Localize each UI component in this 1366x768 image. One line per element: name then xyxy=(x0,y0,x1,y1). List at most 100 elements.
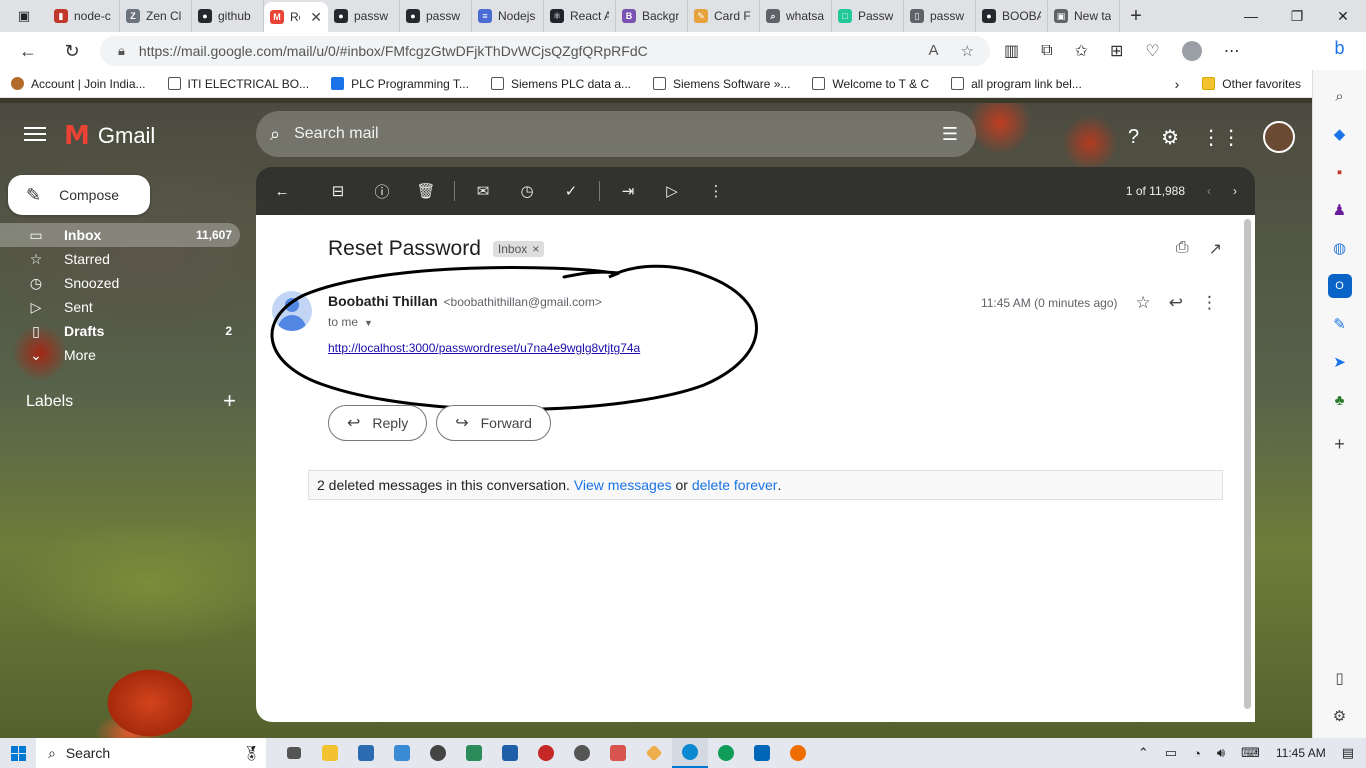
sidebar-settings-icon[interactable]: ⚙ xyxy=(1328,704,1352,728)
new-tab-button[interactable]: + xyxy=(1120,5,1152,28)
delete-forever-link[interactable]: delete forever xyxy=(692,477,778,493)
help-icon[interactable]: ? xyxy=(1128,126,1139,149)
sidebar-games-icon[interactable]: ♟ xyxy=(1328,198,1352,222)
browser-tab[interactable]: ● passw xyxy=(328,0,400,32)
more-options-icon[interactable]: ⋮ xyxy=(694,182,738,200)
search-options-icon[interactable]: ☰ xyxy=(942,124,958,145)
search-icon[interactable]: ⌕ xyxy=(270,124,280,145)
collections-icon[interactable]: ⊞ xyxy=(1110,41,1123,61)
record-app-icon[interactable] xyxy=(528,738,564,768)
view-messages-link[interactable]: View messages xyxy=(574,477,672,493)
browser-tab[interactable]: Z Zen Cl xyxy=(120,0,192,32)
mark-unread-icon[interactable]: ✉ xyxy=(461,182,505,200)
gmail-logo[interactable]: M Gmail xyxy=(64,121,155,151)
close-tab-icon[interactable]: ✕ xyxy=(310,9,322,26)
keyboard-icon[interactable]: ⌨ xyxy=(1241,745,1260,761)
favorite-item[interactable]: Siemens Software »... xyxy=(642,77,801,91)
sidebar-shopping-icon[interactable]: ◆ xyxy=(1328,122,1352,146)
favorites-chevron-icon[interactable]: › xyxy=(1163,76,1192,92)
clock[interactable]: 11:45 AM xyxy=(1276,746,1326,760)
sidebar-drop-icon[interactable]: ✎ xyxy=(1328,312,1352,336)
forward-button[interactable]: ↪ Forward xyxy=(436,405,551,441)
sender-avatar[interactable] xyxy=(272,291,312,331)
browser-tab[interactable]: ▣ New ta xyxy=(1048,0,1120,32)
message-scrollbar[interactable] xyxy=(1240,215,1255,722)
folder-app-icon[interactable] xyxy=(456,738,492,768)
browser-tab[interactable]: ▮ node-c xyxy=(48,0,120,32)
browser-tab[interactable]: ● passw xyxy=(400,0,472,32)
green-app-icon[interactable] xyxy=(708,738,744,768)
browser-tab[interactable]: □ Passw xyxy=(832,0,904,32)
inbox-label-chip[interactable]: Inbox × xyxy=(492,241,545,257)
taskbar-search[interactable]: ⌕ Search 🏅︎ xyxy=(36,738,266,768)
task-view-icon[interactable] xyxy=(276,738,312,768)
wifi-icon[interactable]: ◔ xyxy=(1193,746,1201,761)
favorite-item[interactable]: all program link bel... xyxy=(940,77,1093,91)
settings-gear-icon[interactable]: ⚙ xyxy=(1161,125,1179,150)
paint-app-icon[interactable] xyxy=(600,738,636,768)
url-field[interactable]: 🔒︎ https://mail.google.com/mail/u/0/#inb… xyxy=(100,36,990,66)
bing-icon[interactable]: b xyxy=(1313,34,1366,62)
remove-label-icon[interactable]: × xyxy=(532,242,539,256)
maximize-icon[interactable]: ❐ xyxy=(1274,8,1320,25)
search-input[interactable] xyxy=(294,125,942,143)
nav-item-inbox[interactable]: ▭ Inbox 11,607 xyxy=(0,223,240,247)
nav-item-more[interactable]: ⌄ More xyxy=(0,343,240,367)
favorite-item[interactable]: PLC Programming T... xyxy=(320,77,480,91)
back-to-inbox-icon[interactable]: ← xyxy=(260,183,304,200)
refresh-icon[interactable]: ↻ xyxy=(50,41,94,62)
profile-icon[interactable] xyxy=(1181,41,1202,61)
split-screen-icon[interactable]: ▥ xyxy=(1004,41,1019,61)
volume-icon[interactable]: 🔊︎ xyxy=(1217,745,1225,761)
snooze-icon[interactable]: ◷ xyxy=(505,182,549,200)
orange-app-icon[interactable] xyxy=(780,738,816,768)
sidebar-add-icon[interactable]: + xyxy=(1328,432,1352,456)
reply-button[interactable]: ↩ Reply xyxy=(328,405,428,441)
browser-tab[interactable]: ⌕ whatsa xyxy=(760,0,832,32)
git-app-icon[interactable] xyxy=(636,738,672,768)
settings-app-icon[interactable] xyxy=(420,738,456,768)
file-explorer-icon[interactable] xyxy=(312,738,348,768)
notifications-icon[interactable]: ▤ xyxy=(1342,745,1354,761)
sidebar-m365-icon[interactable]: ◍ xyxy=(1328,236,1352,260)
label-icon[interactable]: ▷ xyxy=(650,182,694,200)
favorite-item[interactable]: Siemens PLC data a... xyxy=(480,77,642,91)
recipient-line[interactable]: to me ▼ xyxy=(328,315,373,329)
browser-tab[interactable]: ● github xyxy=(192,0,264,32)
performance-icon[interactable]: ♡ xyxy=(1145,41,1159,61)
reset-link[interactable]: http://localhost:3000/passwordreset/u7na… xyxy=(328,341,640,355)
print-icon[interactable]: ⎙ xyxy=(1176,239,1189,259)
browser-tab[interactable]: ● BOOBA xyxy=(976,0,1048,32)
account-avatar[interactable] xyxy=(1263,121,1296,153)
edge-app-icon[interactable] xyxy=(672,738,708,768)
browser-tab[interactable]: B Backgr xyxy=(616,0,688,32)
reply-icon[interactable]: ↩ xyxy=(1169,293,1183,313)
sender-name[interactable]: Boobathi Thillan xyxy=(328,293,438,309)
archive-icon[interactable]: ⊟ xyxy=(316,182,360,200)
browser-tab[interactable]: ✎ Card F xyxy=(688,0,760,32)
sidebar-search-icon[interactable]: ⌕ xyxy=(1328,84,1352,108)
sidebar-tree-icon[interactable]: ♣ xyxy=(1328,388,1352,412)
favorite-item[interactable]: ITI ELECTRICAL BO... xyxy=(157,77,321,91)
sidebar-send-icon[interactable]: ➤ xyxy=(1328,350,1352,374)
browser-tab[interactable]: ▯ passw xyxy=(904,0,976,32)
nav-item-drafts[interactable]: ▯ Drafts 2 xyxy=(0,319,240,343)
delete-icon[interactable]: 🗑︎ xyxy=(404,182,448,200)
nav-item-sent[interactable]: ▷ Sent xyxy=(0,295,240,319)
favorite-star-icon[interactable]: ☆ xyxy=(961,42,974,60)
vscode-app-icon[interactable] xyxy=(744,738,780,768)
move-to-icon[interactable]: ⇥ xyxy=(606,182,650,200)
back-icon[interactable]: ← xyxy=(6,41,50,62)
minimize-icon[interactable]: — xyxy=(1228,8,1274,25)
sidebar-tools-icon[interactable]: ▪ xyxy=(1328,160,1352,184)
caret-down-icon[interactable]: ▼ xyxy=(364,318,373,328)
nav-item-starred[interactable]: ☆ Starred xyxy=(0,247,240,271)
other-favorites[interactable]: Other favorites xyxy=(1191,77,1312,91)
url-text[interactable]: https://mail.google.com/mail/u/0/#inbox/… xyxy=(139,43,929,59)
nav-item-snoozed[interactable]: ◷ Snoozed xyxy=(0,271,240,295)
browser-tab[interactable]: ⚛ React A xyxy=(544,0,616,32)
newer-icon[interactable]: ‹ xyxy=(1207,184,1211,198)
older-icon[interactable]: › xyxy=(1233,184,1237,198)
favorite-item[interactable]: Account | Join India... xyxy=(0,77,157,91)
sidebar-layout-icon[interactable]: ▯ xyxy=(1328,666,1352,690)
